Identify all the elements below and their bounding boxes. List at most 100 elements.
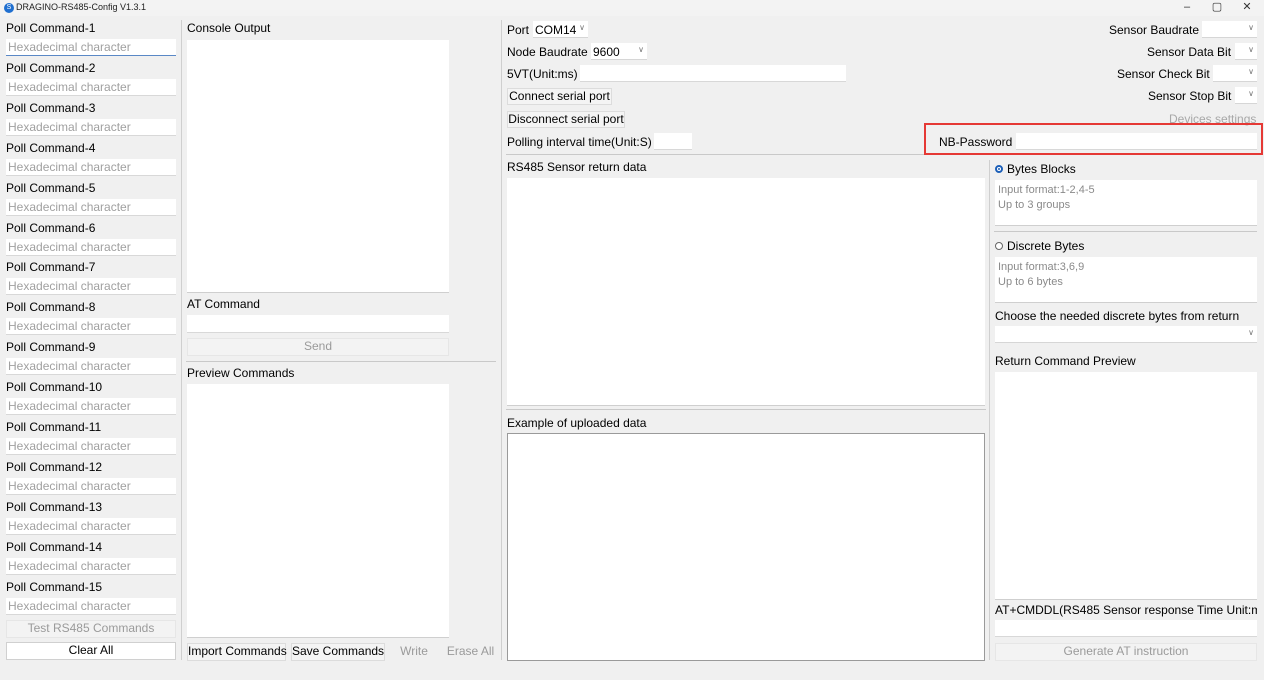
port-label: Port bbox=[507, 23, 530, 37]
divider bbox=[506, 409, 986, 410]
discrete-bytes-label[interactable]: Discrete Bytes bbox=[1007, 239, 1084, 253]
preview-commands-label: Preview Commands bbox=[187, 366, 295, 380]
generate-at-instruction-button[interactable]: Generate AT instruction bbox=[995, 643, 1257, 661]
chevron-down-icon: ∨ bbox=[1248, 23, 1254, 32]
window-title: DRAGINO-RS485-Config V1.3.1 bbox=[16, 2, 147, 12]
poll-command-label: Poll Command-9 bbox=[6, 340, 96, 355]
return-command-preview-area[interactable] bbox=[995, 372, 1257, 600]
node-baudrate-select[interactable]: 9600 ∨ bbox=[591, 43, 647, 60]
clear-all-button[interactable]: Clear All bbox=[6, 642, 176, 660]
erase-all-button[interactable]: Erase All bbox=[444, 643, 497, 661]
column-divider bbox=[501, 20, 502, 660]
chevron-down-icon: ∨ bbox=[579, 23, 585, 32]
preview-commands-area[interactable] bbox=[187, 384, 449, 638]
node-baudrate-value: 9600 bbox=[593, 45, 620, 59]
chevron-down-icon: ∨ bbox=[1248, 67, 1254, 76]
poll-command-label: Poll Command-10 bbox=[6, 380, 103, 395]
sensor-data-bit-label: Sensor Data Bit bbox=[1147, 45, 1232, 59]
poll-command-label: Poll Command-3 bbox=[6, 100, 96, 115]
cmddl-label: AT+CMDDL(RS485 Sensor response Time Unit… bbox=[995, 603, 1257, 617]
polling-interval-input[interactable] bbox=[654, 133, 692, 150]
save-commands-button[interactable]: Save Commands bbox=[291, 643, 385, 661]
sensor-check-bit-select[interactable]: ∨ bbox=[1213, 65, 1257, 82]
console-output-label: Console Output bbox=[187, 21, 271, 35]
poll-command-input[interactable] bbox=[6, 118, 176, 136]
highlight-box bbox=[924, 123, 1263, 155]
column-divider bbox=[989, 160, 990, 660]
at-command-input[interactable] bbox=[187, 315, 449, 333]
divider bbox=[186, 361, 496, 362]
rs485-return-data-label: RS485 Sensor return data bbox=[507, 160, 647, 174]
poll-command-input[interactable] bbox=[6, 398, 176, 416]
cmddl-input[interactable] bbox=[995, 620, 1257, 637]
poll-command-input[interactable] bbox=[6, 39, 176, 56]
discrete-bytes-input[interactable]: Input format:3,6,9 Up to 6 bytes bbox=[995, 257, 1257, 303]
sensor-stop-bit-label: Sensor Stop Bit bbox=[1148, 89, 1232, 103]
sensor-check-bit-label: Sensor Check Bit bbox=[1117, 67, 1210, 81]
column-divider bbox=[181, 20, 182, 660]
poll-command-input[interactable] bbox=[6, 278, 176, 296]
divider bbox=[506, 154, 990, 155]
bytes-blocks-hint: Up to 3 groups bbox=[998, 199, 1071, 211]
chevron-down-icon: ∨ bbox=[638, 45, 644, 54]
close-button[interactable]: ✕ bbox=[1232, 0, 1262, 16]
discrete-bytes-select[interactable]: ∨ bbox=[995, 326, 1257, 343]
bytes-blocks-radio[interactable] bbox=[995, 165, 1003, 173]
poll-command-input[interactable] bbox=[6, 517, 176, 535]
poll-command-label: Poll Command-5 bbox=[6, 180, 96, 195]
poll-command-label: Poll Command-6 bbox=[6, 220, 96, 235]
poll-command-input[interactable] bbox=[6, 318, 176, 336]
sensor-baudrate-select[interactable]: ∨ bbox=[1202, 21, 1257, 38]
port-select[interactable]: COM14 ∨ bbox=[533, 21, 588, 38]
poll-command-label: Poll Command-12 bbox=[6, 459, 103, 474]
poll-command-input[interactable] bbox=[6, 158, 176, 176]
poll-command-label: Poll Command-11 bbox=[6, 420, 102, 434]
poll-command-input[interactable] bbox=[6, 597, 176, 615]
maximize-button[interactable]: ▢ bbox=[1202, 0, 1232, 16]
connect-serial-port-button[interactable]: Connect serial port bbox=[507, 88, 612, 105]
node-baudrate-label: Node Baudrate bbox=[507, 45, 588, 59]
bytes-blocks-label[interactable]: Bytes Blocks bbox=[1007, 162, 1076, 176]
divider bbox=[994, 231, 1257, 232]
5vt-input[interactable] bbox=[580, 65, 846, 82]
bytes-blocks-input[interactable]: Input format:1-2,4-5 Up to 3 groups bbox=[995, 180, 1257, 226]
write-button[interactable]: Write bbox=[390, 643, 438, 661]
sensor-stop-bit-select[interactable]: ∨ bbox=[1235, 87, 1257, 104]
import-commands-button[interactable]: Import Commands bbox=[187, 643, 287, 661]
console-output-area bbox=[187, 40, 449, 293]
5vt-label: 5VT(Unit:ms) bbox=[507, 67, 578, 81]
app-logo-icon: S bbox=[4, 3, 14, 13]
poll-command-input[interactable] bbox=[6, 557, 176, 575]
example-uploaded-data-area[interactable] bbox=[507, 433, 985, 661]
poll-command-input[interactable] bbox=[6, 477, 176, 495]
chevron-down-icon: ∨ bbox=[1248, 89, 1254, 98]
polling-interval-label: Polling interval time(Unit:S) bbox=[507, 135, 652, 149]
poll-command-label: Poll Command-13 bbox=[6, 499, 103, 514]
poll-command-label: Poll Command-7 bbox=[6, 260, 96, 275]
sensor-baudrate-label: Sensor Baudrate bbox=[1109, 23, 1200, 37]
test-rs485-commands-button[interactable]: Test RS485 Commands bbox=[6, 620, 176, 638]
discrete-bytes-radio[interactable] bbox=[995, 242, 1003, 250]
poll-command-label: Poll Command-14 bbox=[6, 539, 103, 554]
example-uploaded-data-label: Example of uploaded data bbox=[507, 416, 647, 430]
at-command-label: AT Command bbox=[187, 297, 260, 311]
poll-command-input[interactable] bbox=[6, 438, 176, 455]
title-bar bbox=[0, 0, 1264, 16]
poll-command-input[interactable] bbox=[6, 358, 176, 376]
disconnect-serial-port-button[interactable]: Disconnect serial port bbox=[507, 111, 625, 128]
sensor-data-bit-select[interactable]: ∨ bbox=[1235, 43, 1257, 60]
poll-command-label: Poll Command-4 bbox=[6, 140, 96, 155]
poll-command-label: Poll Command-2 bbox=[6, 60, 96, 75]
minimize-button[interactable]: – bbox=[1172, 0, 1202, 16]
rs485-return-data-area[interactable] bbox=[507, 178, 985, 406]
chevron-down-icon: ∨ bbox=[1248, 45, 1254, 54]
poll-command-input[interactable] bbox=[6, 198, 176, 216]
discrete-bytes-hint: Up to 6 bytes bbox=[998, 276, 1063, 288]
poll-command-input[interactable] bbox=[6, 238, 176, 256]
chevron-down-icon: ∨ bbox=[1248, 328, 1254, 337]
poll-command-input[interactable] bbox=[6, 78, 176, 96]
discrete-bytes-hint: Input format:3,6,9 bbox=[998, 261, 1085, 273]
poll-command-label: Poll Command-8 bbox=[6, 300, 96, 315]
port-value: COM14 bbox=[535, 23, 577, 37]
send-button[interactable]: Send bbox=[187, 338, 449, 356]
